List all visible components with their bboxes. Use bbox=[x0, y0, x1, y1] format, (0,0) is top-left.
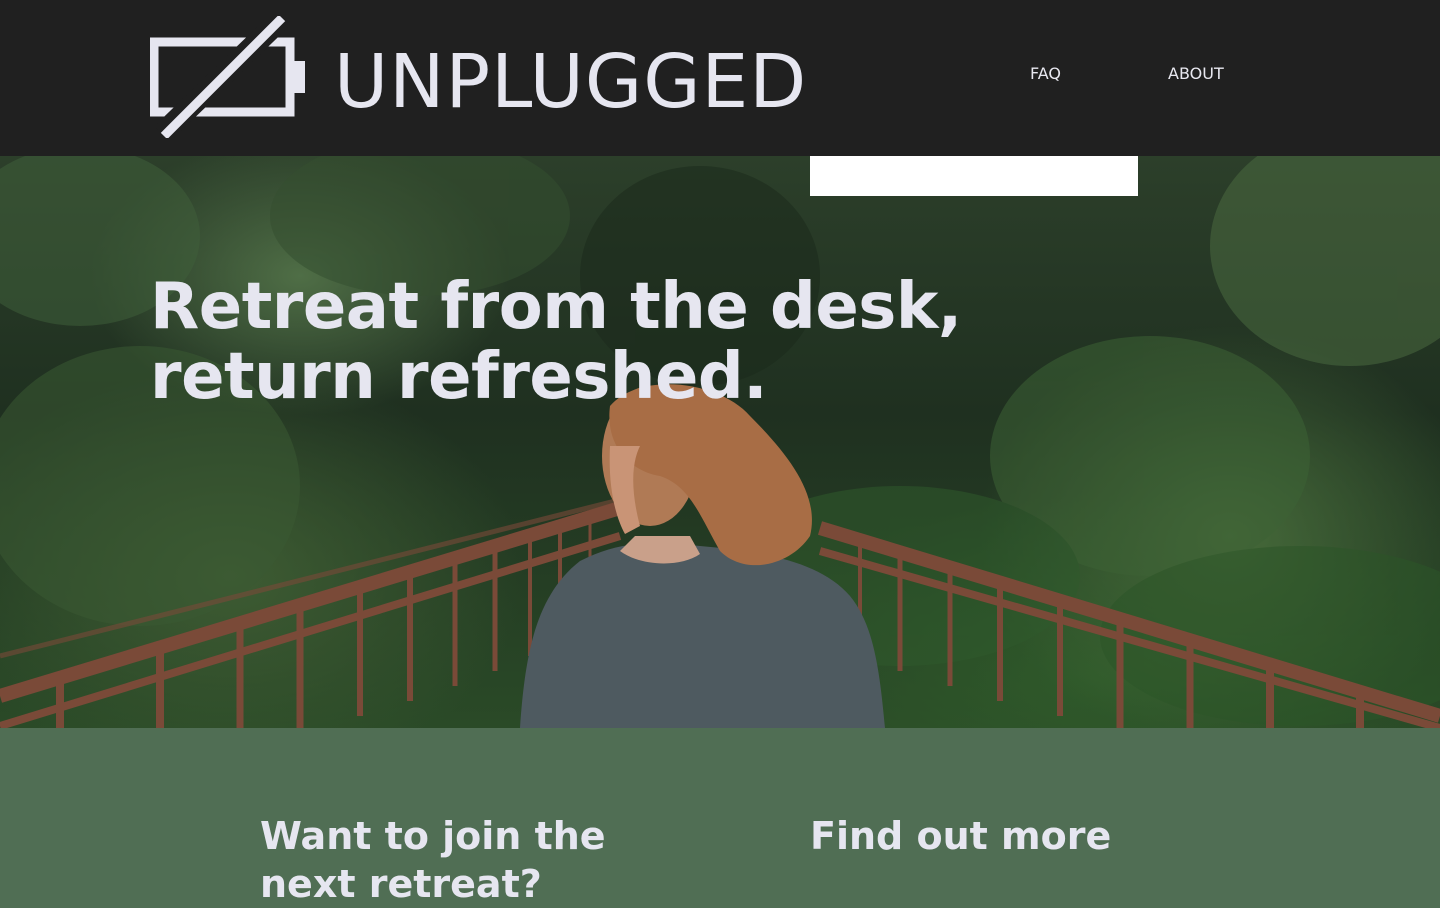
hero-banner: Retreat from the desk, return refreshed. bbox=[0, 156, 1440, 728]
email-field[interactable] bbox=[810, 156, 1138, 196]
join-heading-line2: next retreat? bbox=[260, 862, 542, 906]
hero-image bbox=[0, 156, 1440, 728]
nav-faq[interactable]: FAQ bbox=[1030, 64, 1061, 83]
cta-section: Want to join the next retreat? Find out … bbox=[0, 728, 1440, 906]
logo-link[interactable]: UNPLUGGED bbox=[150, 16, 806, 138]
hero-title: Retreat from the desk, return refreshed. bbox=[150, 272, 962, 412]
join-heading: Want to join the next retreat? bbox=[260, 812, 660, 908]
hero-title-line1: Retreat from the desk, bbox=[150, 270, 962, 344]
nav-about[interactable]: ABOUT bbox=[1168, 64, 1224, 83]
join-heading-line1: Want to join the bbox=[260, 814, 606, 858]
find-out-more-heading: Find out more bbox=[810, 814, 1112, 858]
hero-title-line2: return refreshed. bbox=[150, 340, 768, 414]
battery-slash-icon bbox=[150, 16, 305, 138]
logo-text: UNPLUGGED bbox=[334, 39, 808, 125]
site-header: UNPLUGGED FAQ ABOUT bbox=[0, 0, 1440, 156]
